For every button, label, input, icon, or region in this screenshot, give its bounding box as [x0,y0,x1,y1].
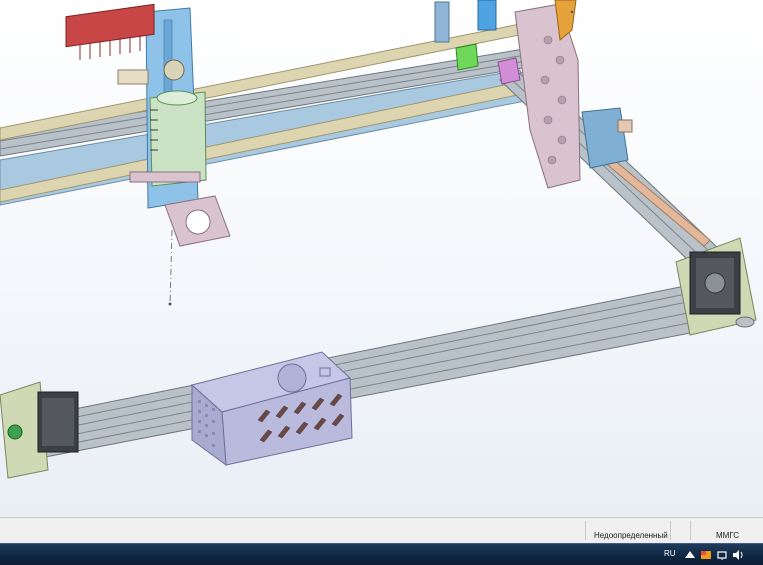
flag-icon[interactable] [700,549,712,561]
status-separator [690,521,691,540]
cnc-machine-model[interactable] [0,0,763,517]
green-clip [455,43,479,71]
y-carriage-block [581,107,629,169]
z-pulley [163,59,185,81]
arrow-up-icon[interactable] [684,549,696,561]
sketch-state-text: Недоопределенный [594,531,668,540]
cad-viewport[interactable] [0,0,763,517]
network-icon[interactable] [716,549,728,561]
status-separator [585,521,586,540]
left-pulley [7,424,23,440]
fan-opening [277,363,307,393]
top-blue-block-1 [434,1,450,43]
status-bar: Недоопределенный ММГС [0,517,763,543]
status-separator [670,521,671,540]
windows-taskbar: RU [0,543,763,565]
language-indicator[interactable]: RU [664,549,676,558]
top-blue-block-2 [477,0,497,31]
axis-centerline [169,229,173,306]
magenta-clip [497,57,521,85]
units-system-text[interactable]: ММГС [716,531,739,540]
volume-icon[interactable] [732,549,744,561]
